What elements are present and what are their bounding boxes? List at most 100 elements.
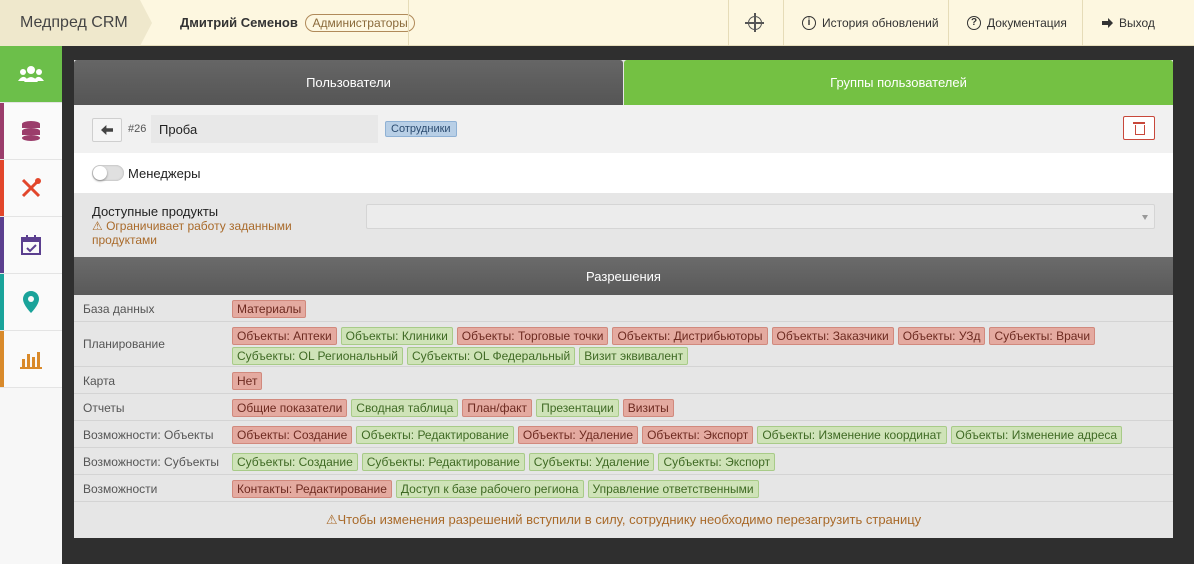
sidebar-item-map[interactable] [0, 274, 62, 331]
sidebar-item-reports[interactable] [0, 331, 62, 388]
permission-tag[interactable]: Объекты: Изменение адреса [950, 426, 1123, 444]
main-panel: Пользователи Группы пользователей #26 Со… [74, 60, 1173, 538]
permission-tags: Общие показатели Сводная таблица План/факт… [232, 399, 1162, 419]
permission-tag[interactable]: Нет [232, 372, 263, 390]
products-row: Доступные продукты ⚠ Ограничивает работу… [74, 193, 1173, 257]
permission-tag[interactable]: Субъекты: Создание [232, 453, 358, 471]
group-name-input[interactable] [151, 115, 378, 143]
sidebar-accent [0, 103, 4, 159]
products-select[interactable] [366, 204, 1155, 229]
tab-user-groups[interactable]: Группы пользователей [624, 60, 1173, 105]
permission-tag[interactable]: Доступ к базе рабочего региона [395, 480, 584, 498]
permission-tags: Контакты: Редактирование Доступ к базе ра… [232, 480, 1162, 500]
permission-tag[interactable]: Субъекты: Экспорт [658, 453, 776, 471]
permission-tag[interactable]: Объекты: Редактирование [356, 426, 514, 444]
reload-warning: ⚠Чтобы изменения разрешений вступили в с… [74, 502, 1173, 538]
permission-tag[interactable]: Визит эквивалент [579, 347, 689, 365]
exit-button[interactable]: Выход [1102, 0, 1155, 46]
permission-label: Возможности [83, 482, 158, 496]
sidebar-accent [0, 274, 4, 330]
bar-chart-icon [20, 352, 42, 369]
permission-label: Возможности: Объекты [83, 428, 214, 442]
header-divider [948, 0, 949, 46]
permission-tag[interactable]: Объекты: Заказчики [771, 327, 894, 345]
permission-tag[interactable]: Субъекты: OL Федеральный [406, 347, 576, 365]
header-divider [408, 0, 409, 46]
permission-tag[interactable]: Объекты: Изменение координат [757, 426, 947, 444]
permission-tag[interactable]: Объекты: Удаление [517, 426, 639, 444]
history-link[interactable]: i История обновлений [802, 0, 939, 46]
permission-row: Возможности: Объекты Объекты: Создание Объ… [74, 421, 1173, 448]
brand-arrow [140, 0, 152, 46]
permission-tag[interactable]: Управление ответственными [587, 480, 759, 498]
top-header: Медпред CRM Дмитрий Семенов Администрато… [0, 0, 1194, 46]
permission-tag[interactable]: Сводная таблица [351, 399, 459, 417]
permission-tag[interactable]: Объекты: УЗд [897, 327, 986, 345]
calendar-check-icon [21, 235, 41, 255]
header-divider [728, 0, 729, 46]
permission-label: Карта [83, 374, 116, 388]
permission-tag[interactable]: Субъекты: Врачи [989, 327, 1096, 345]
arrow-left-icon [101, 125, 113, 135]
sign-out-icon [1102, 18, 1113, 28]
permission-tag[interactable]: Объекты: Аптеки [232, 327, 337, 345]
tools-icon [21, 178, 41, 198]
back-button[interactable] [92, 118, 122, 142]
products-warning: ⚠ Ограничивает работу заданными продукта… [92, 219, 292, 247]
permission-tag[interactable]: Объекты: Торговые точки [456, 327, 609, 345]
permission-label: Отчеты [83, 401, 125, 415]
permission-label: База данных [83, 302, 155, 316]
group-type-tag[interactable]: Сотрудники [385, 121, 457, 137]
permission-tag[interactable]: Субъекты: Удаление [528, 453, 655, 471]
docs-label: Документация [987, 16, 1067, 30]
sidebar-item-database[interactable] [0, 103, 62, 160]
sidebar [0, 46, 62, 564]
docs-link[interactable]: ? Документация [967, 0, 1067, 46]
permission-row: Карта Нет [74, 367, 1173, 394]
products-label: Доступные продукты [92, 204, 219, 219]
managers-label: Менеджеры [128, 166, 201, 181]
permissions-header: Разрешения [74, 257, 1173, 295]
right-gutter [1173, 46, 1194, 564]
brand-logo[interactable]: Медпред CRM [0, 0, 140, 46]
caret-down-icon [1142, 215, 1148, 220]
managers-toggle[interactable] [92, 165, 124, 181]
permission-label: Возможности: Субъекты [83, 455, 219, 469]
permission-tag[interactable]: Общие показатели [232, 399, 348, 417]
header-divider [1082, 0, 1083, 46]
permissions-table: База данных Материалы Планирование Объекты:… [74, 295, 1173, 502]
permission-tag[interactable]: Объекты: Клиники [340, 327, 453, 345]
permission-row: Отчеты Общие показатели Сводная таблица Пла… [74, 394, 1173, 421]
permission-tag[interactable]: Субъекты: OL Региональный [232, 347, 403, 365]
permission-row: Планирование Объекты: Аптеки Объекты: Клин… [74, 322, 1173, 367]
sidebar-item-users[interactable] [0, 46, 62, 103]
permission-tag[interactable]: Визиты [622, 399, 674, 417]
sidebar-item-tools[interactable] [0, 160, 62, 217]
permission-tag[interactable]: Материалы [232, 300, 307, 318]
permission-tags: Объекты: Аптеки Объекты: Клиники Объекты: … [232, 327, 1162, 367]
permission-tag[interactable]: Субъекты: Редактирование [361, 453, 525, 471]
question-icon: ? [967, 16, 981, 30]
delete-group-button[interactable] [1123, 116, 1155, 140]
database-icon [22, 121, 40, 141]
permission-tag[interactable]: Объекты: Создание [232, 426, 353, 444]
permission-tag[interactable]: Объекты: Экспорт [642, 426, 754, 444]
crosshair-icon [745, 13, 764, 32]
permission-tag[interactable]: Контакты: Редактирование [232, 480, 392, 498]
map-marker-icon [23, 291, 39, 313]
header-divider [783, 0, 784, 46]
users-icon [18, 66, 44, 82]
tabs: Пользователи Группы пользователей [74, 60, 1173, 105]
permission-tag[interactable]: План/факт [462, 399, 533, 417]
tab-users[interactable]: Пользователи [74, 60, 623, 105]
permission-tags: Субъекты: Создание Субъекты: Редактирован… [232, 453, 1162, 473]
info-icon: i [802, 16, 816, 30]
permission-label: Планирование [83, 337, 165, 351]
permission-tags: Нет [232, 372, 1162, 392]
permission-tag[interactable]: Объекты: Дистрибьюторы [612, 327, 768, 345]
sidebar-item-planning[interactable] [0, 217, 62, 274]
locate-button[interactable] [745, 0, 764, 46]
user-role-badge: Администраторы [305, 14, 415, 32]
permission-tags: Объекты: Создание Объекты: Редактирование… [232, 426, 1162, 446]
permission-tag[interactable]: Презентации [536, 399, 619, 417]
